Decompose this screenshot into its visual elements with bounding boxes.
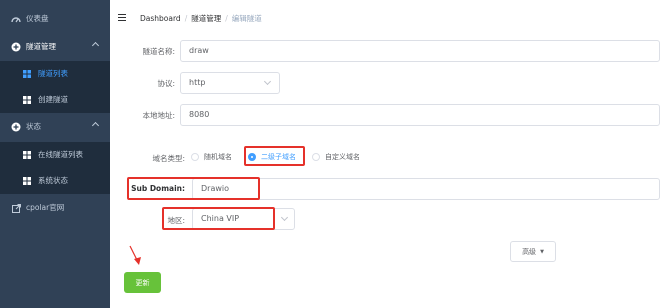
- caret-down-icon: ▼: [540, 248, 544, 255]
- plus-circle-icon: [11, 122, 21, 132]
- domain-type-label: 域名类型:: [152, 154, 185, 163]
- external-link-icon: [11, 203, 21, 213]
- protocol-select[interactable]: http: [180, 72, 280, 94]
- annotation-arrow-icon: [129, 245, 141, 265]
- chevron-down-icon: [280, 213, 289, 222]
- chevron-up-icon: [91, 41, 100, 50]
- local-address-input[interactable]: 8080: [180, 104, 660, 126]
- sidebar-item-cpolar-site[interactable]: cpolar官网: [0, 195, 110, 221]
- hamburger-menu-icon[interactable]: [118, 14, 126, 21]
- chevron-up-icon: [91, 121, 100, 130]
- sidebar-item-label: 仪表盘: [26, 14, 49, 23]
- grid-icon: [22, 69, 32, 79]
- sidebar-item-system-status[interactable]: 系统状态: [0, 168, 110, 194]
- sidebar-item-label: 在线隧道列表: [38, 150, 83, 159]
- radio-icon: [191, 153, 199, 161]
- tunnel-name-input[interactable]: draw: [180, 40, 660, 62]
- sidebar-item-dashboard[interactable]: 仪表盘: [0, 6, 110, 32]
- sidebar-item-create-tunnel[interactable]: 创建隧道: [0, 87, 110, 113]
- sidebar-item-label: 创建隧道: [38, 95, 68, 104]
- radio-random-domain[interactable]: 随机域名: [191, 152, 232, 162]
- advanced-button-label: 高级: [522, 247, 537, 256]
- grid-icon: [22, 176, 32, 186]
- breadcrumb: Dashboard / 隧道管理 / 编辑隧道: [140, 14, 262, 23]
- top-navbar: Dashboard / 隧道管理 / 编辑隧道: [110, 0, 660, 36]
- highlight-box-subdomain-option: [244, 146, 305, 166]
- breadcrumb-current: 编辑隧道: [231, 14, 262, 23]
- sidebar-item-label: 隧道列表: [38, 69, 68, 78]
- protocol-value: http: [189, 78, 206, 87]
- sidebar-item-label: 系统状态: [38, 176, 68, 185]
- tunnel-name-label: 隧道名称:: [142, 47, 175, 56]
- highlight-box-subdomain: [127, 177, 260, 200]
- sidebar-item-tunnel-list[interactable]: 隧道列表: [0, 61, 110, 87]
- sidebar-item-label: 隧道管理: [26, 42, 56, 51]
- sidebar-item-status[interactable]: 状态: [0, 114, 110, 140]
- breadcrumb-home[interactable]: Dashboard: [140, 14, 181, 23]
- local-address-label: 本地地址:: [142, 111, 175, 120]
- radio-custom-domain[interactable]: 自定义域名: [312, 152, 360, 162]
- protocol-label: 协议:: [157, 79, 175, 88]
- sidebar-item-online-tunnels[interactable]: 在线隧道列表: [0, 142, 110, 168]
- dashboard-icon: [11, 14, 21, 24]
- subdomain-input[interactable]: Drawio: [192, 178, 660, 200]
- sidebar: 仪表盘 隧道管理 隧道列表 创建隧道 状态 在线隧道列表 系统状态 cpolar…: [0, 0, 110, 308]
- sidebar-item-tunnel-management[interactable]: 隧道管理: [0, 34, 110, 60]
- radio-label: 随机域名: [204, 153, 232, 161]
- advanced-button[interactable]: 高级 ▼: [510, 241, 556, 262]
- sidebar-item-label: cpolar官网: [26, 203, 65, 212]
- radio-icon: [312, 153, 320, 161]
- chevron-down-icon: [263, 77, 272, 86]
- grid-icon: [22, 150, 32, 160]
- radio-label: 自定义域名: [325, 153, 360, 161]
- grid-icon: [22, 95, 32, 105]
- update-button[interactable]: 更新: [124, 272, 161, 293]
- highlight-box-region: [162, 207, 275, 230]
- breadcrumb-section[interactable]: 隧道管理: [191, 14, 221, 23]
- sidebar-item-label: 状态: [26, 122, 41, 131]
- plus-circle-icon: [11, 42, 21, 52]
